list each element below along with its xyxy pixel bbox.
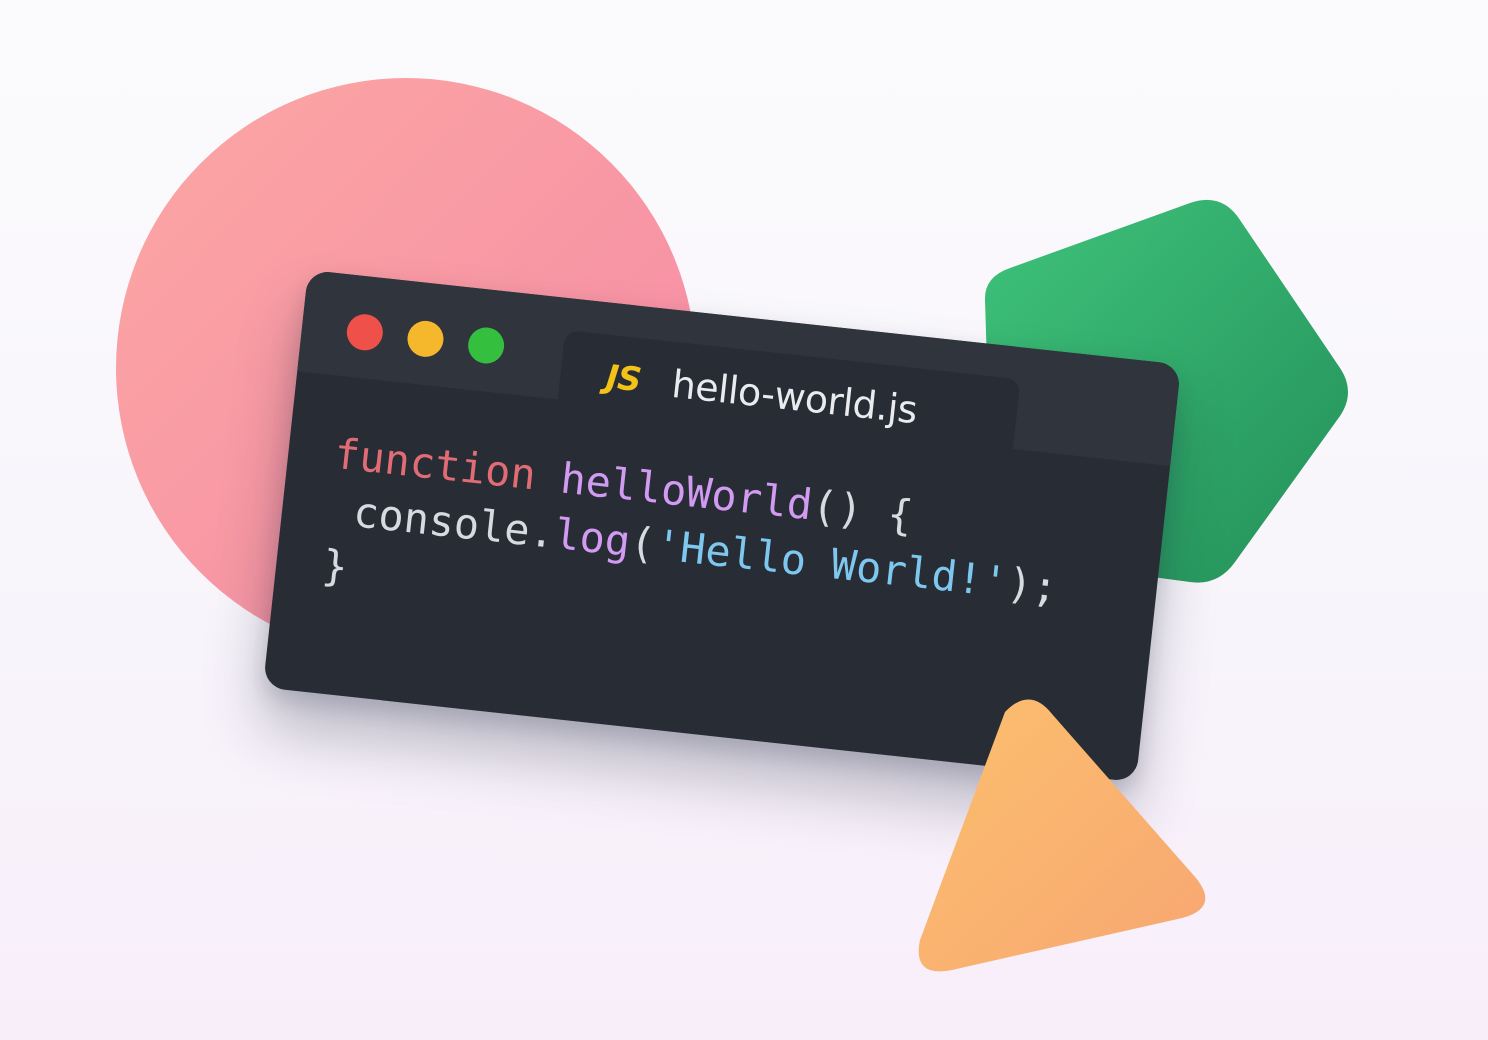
illustration: JS hello-world.js function helloWorld() … <box>0 0 1488 1040</box>
triangle-shape <box>918 699 1206 972</box>
foreground-shapes <box>918 699 1206 972</box>
